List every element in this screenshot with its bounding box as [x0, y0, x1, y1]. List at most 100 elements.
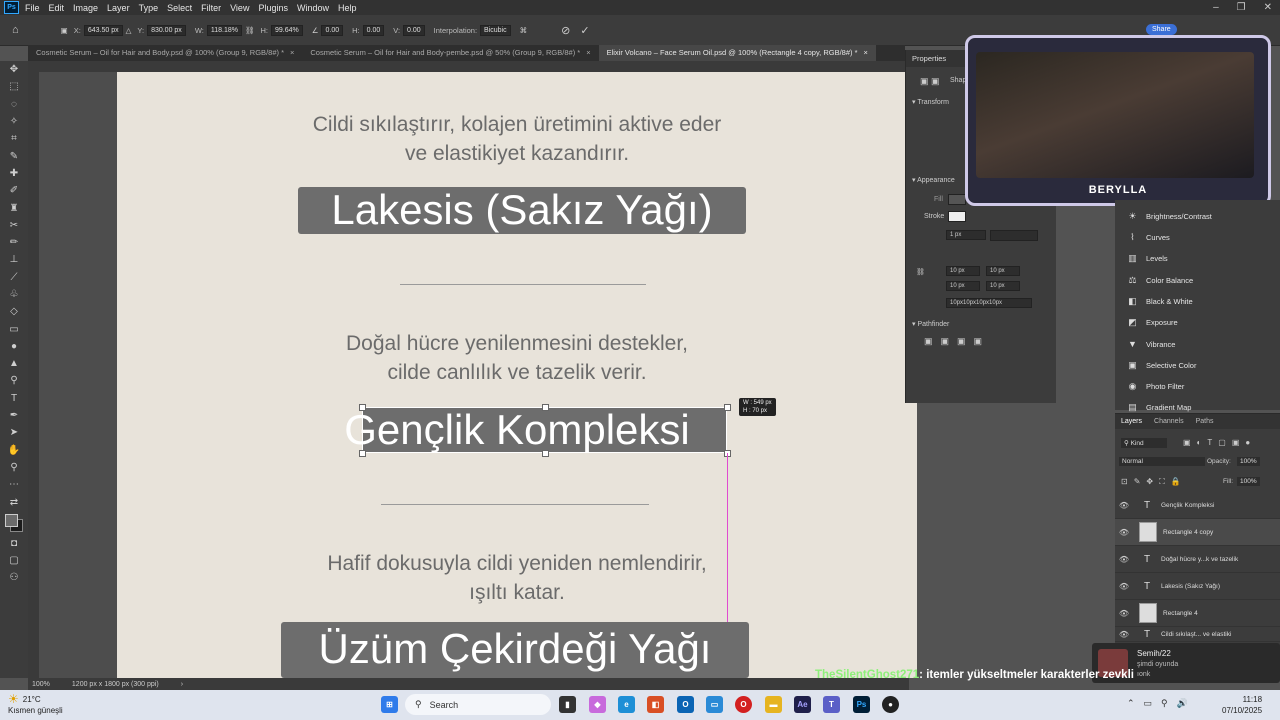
corner-radius-br[interactable]: 10 px	[986, 281, 1020, 291]
tab-close-icon[interactable]: ×	[290, 48, 294, 58]
monitor-icon[interactable]: ▭	[706, 696, 723, 713]
copilot-icon[interactable]: ◆	[589, 696, 606, 713]
visibility-eye-icon[interactable]: 👁	[1115, 630, 1133, 639]
maximize-icon[interactable]: ❐	[1237, 2, 1246, 13]
transform-handle[interactable]	[359, 450, 366, 457]
dodge-tool-icon[interactable]: ⚲	[0, 372, 28, 389]
pen-tool-icon[interactable]: ✒	[0, 407, 28, 424]
visibility-eye-icon[interactable]: 👁	[1115, 555, 1133, 564]
lock-icons[interactable]: ⊡✎✥⛶🔒	[1121, 477, 1187, 487]
swap-colors-icon[interactable]: ⇄	[0, 493, 28, 510]
menu-filter[interactable]: Filter	[201, 3, 221, 13]
more-tools-icon[interactable]: ⋯	[0, 476, 28, 493]
app-icon[interactable]: ●	[882, 696, 899, 713]
menu-image[interactable]: Image	[73, 3, 98, 13]
link-corners-icon[interactable]: ⛓	[916, 268, 925, 276]
layer-row[interactable]: 👁 Rectangle 4	[1115, 600, 1280, 627]
pencil-icon[interactable]: ✏	[0, 234, 28, 251]
blur-tool-icon[interactable]: ●	[0, 338, 28, 355]
after-effects-icon[interactable]: Ae	[794, 696, 811, 713]
link-icon[interactable]: ⛓	[245, 26, 255, 35]
corner-radius-tl[interactable]: 10 px	[946, 266, 980, 276]
visibility-eye-icon[interactable]: 👁	[1115, 528, 1133, 537]
close-icon[interactable]: ✕	[1264, 2, 1272, 13]
adj-exposure[interactable]: ◩ Exposure	[1127, 317, 1177, 327]
interpolation-select[interactable]: Bicubic	[480, 24, 511, 36]
zoom-tool-icon[interactable]: ⚲	[0, 459, 28, 476]
layer-row[interactable]: 👁 T Doğal hücre y...k ve tazelik	[1115, 546, 1280, 573]
menu-plugins[interactable]: Plugins	[258, 3, 288, 13]
corner-radius-bl[interactable]: 10 px	[946, 281, 980, 291]
healing-brush-icon[interactable]: ✚	[0, 165, 28, 182]
color-swatches[interactable]	[0, 511, 28, 535]
clone-stamp-icon[interactable]: ⊥	[0, 251, 28, 268]
lasso-tool-icon[interactable]: ◌	[0, 96, 28, 113]
delta-icon[interactable]: △	[126, 26, 132, 35]
x-field[interactable]: 643.50 px	[83, 24, 123, 36]
tab-cosmetic-serum[interactable]: Cosmetic Serum – Oil for Hair and Body.p…	[28, 45, 302, 61]
status-arrow-icon[interactable]: ›	[181, 681, 183, 688]
magic-wand-icon[interactable]: ✧	[0, 113, 28, 130]
outlook-icon[interactable]: O	[677, 696, 694, 713]
fill-swatch[interactable]	[948, 194, 966, 205]
visibility-eye-icon[interactable]: 👁	[1115, 501, 1133, 510]
height-field[interactable]: 99.64%	[271, 24, 303, 36]
stamp-tool-icon[interactable]: ♜	[0, 199, 28, 216]
opacity-field[interactable]: 100%	[1237, 457, 1260, 466]
quick-mask-icon[interactable]: ◘	[0, 535, 28, 552]
opera-icon[interactable]: O	[735, 696, 752, 713]
office-icon[interactable]: ◧	[647, 696, 664, 713]
y-field[interactable]: 830.00 px	[147, 24, 186, 36]
mixer-brush-icon[interactable]: ⟋	[0, 269, 28, 286]
corner-radius-tr[interactable]: 10 px	[986, 266, 1020, 276]
adj-black-white[interactable]: ◧ Black & White	[1127, 296, 1192, 306]
menu-help[interactable]: Help	[338, 3, 357, 13]
crop-tool-icon[interactable]: ⌗	[0, 130, 28, 147]
adj-levels[interactable]: ▥ Levels	[1127, 253, 1167, 263]
v-skew-field[interactable]: 0.00	[403, 24, 425, 36]
menu-layer[interactable]: Layer	[107, 3, 130, 13]
adj-curves[interactable]: ⌇ Curves	[1127, 232, 1169, 242]
layer-row[interactable]: 👁 T Gençlik Kompleksi	[1115, 492, 1280, 519]
type-tool-icon[interactable]: T	[0, 390, 28, 407]
layer-row[interactable]: 👁 Rectangle 4 copy	[1115, 519, 1280, 546]
menu-select[interactable]: Select	[167, 3, 192, 13]
taskbar-clock[interactable]: 11:18 07/10/2025	[1222, 694, 1262, 716]
photoshop-taskbar-icon[interactable]: Ps	[853, 696, 870, 713]
tab-close-icon[interactable]: ×	[864, 48, 868, 58]
adj-color-balance[interactable]: ⚖ Color Balance	[1127, 275, 1193, 285]
zoom-level[interactable]: 100%	[32, 681, 50, 688]
minimize-icon[interactable]: –	[1213, 2, 1219, 13]
brush-tool-icon[interactable]: ✐	[0, 182, 28, 199]
screen-mode-icon[interactable]: ▢	[0, 552, 28, 569]
adj-vibrance[interactable]: ▼ Vibrance	[1127, 339, 1175, 349]
taskbar-search[interactable]: ⚲ Search	[405, 694, 551, 715]
tab-cosmetic-serum-pembe[interactable]: Cosmetic Serum – Oil for Hair and Body-p…	[302, 45, 598, 61]
fill-field[interactable]: 100%	[1237, 477, 1260, 486]
reference-point-icon[interactable]: ▣	[61, 26, 68, 35]
art-history-icon[interactable]: ♧	[0, 286, 28, 303]
eyedropper-icon[interactable]: ✎	[0, 147, 28, 164]
h-skew-field[interactable]: 0.00	[362, 24, 385, 36]
menu-file[interactable]: File	[25, 3, 40, 13]
transform-handle[interactable]	[724, 404, 731, 411]
menu-view[interactable]: View	[230, 3, 249, 13]
blend-mode-select[interactable]: Normal	[1119, 457, 1205, 466]
layer-row[interactable]: 👁 T Lakesis (Sakız Yağı)	[1115, 573, 1280, 600]
stroke-width-field[interactable]: 1 px	[946, 230, 986, 240]
transform-section[interactable]: ▾ Transform	[912, 98, 949, 106]
menu-window[interactable]: Window	[297, 3, 329, 13]
visibility-eye-icon[interactable]: 👁	[1115, 609, 1133, 618]
visibility-eye-icon[interactable]: 👁	[1115, 582, 1133, 591]
tab-close-icon[interactable]: ×	[586, 48, 590, 58]
share-button[interactable]: Share	[1146, 24, 1177, 35]
kind-filter[interactable]: ⚲ Kind	[1121, 438, 1167, 448]
transform-bounding-box[interactable]	[362, 407, 727, 453]
move-tool-icon[interactable]: ✥	[0, 61, 28, 78]
menu-type[interactable]: Type	[139, 3, 159, 13]
corners-all-field[interactable]: 10px10px10px10px	[946, 298, 1032, 308]
path-selection-icon[interactable]: ➤	[0, 424, 28, 441]
pathfinder-buttons[interactable]: ▣▣▣▣	[924, 336, 990, 347]
transform-handle[interactable]	[542, 404, 549, 411]
tab-layers[interactable]: Layers	[1121, 418, 1142, 425]
